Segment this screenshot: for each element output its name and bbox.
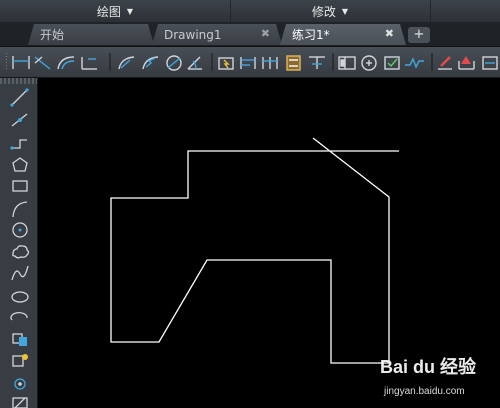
arc-length-dimension-icon[interactable] — [57, 56, 75, 70]
baidu-watermark: Bai du 经验 — [380, 353, 476, 379]
linear-dimension-icon[interactable] — [12, 56, 30, 69]
continue-dimension-icon[interactable] — [262, 57, 278, 69]
aligned-dimension-icon[interactable] — [34, 56, 51, 70]
menu-draw-label: 绘图 — [96, 4, 121, 19]
angular-dimension-icon[interactable] — [187, 56, 202, 70]
close-icon[interactable]: ✖ — [385, 27, 394, 40]
toolbar-icons — [4, 53, 498, 71]
chevron-down-icon: ▼ — [341, 6, 349, 16]
tab-label: Drawing1 — [164, 27, 222, 42]
menu-extra[interactable] — [430, 0, 500, 22]
dimension-text-edit-icon[interactable] — [458, 56, 475, 70]
quick-dimension-icon[interactable] — [218, 57, 234, 70]
menu-modify[interactable]: 修改 ▼ — [230, 0, 431, 22]
center-mark-icon[interactable] — [361, 55, 377, 71]
spline-icon[interactable] — [11, 265, 29, 281]
inspection-icon[interactable] — [384, 56, 400, 70]
hatch-icon[interactable] — [12, 397, 28, 408]
insert-block-icon[interactable] — [12, 333, 27, 346]
tab-label: 开始 — [40, 28, 65, 42]
tab-drawing1[interactable]: Drawing1 ✖ — [152, 24, 282, 45]
dimension-edit-icon[interactable] — [438, 56, 452, 70]
diameter-dimension-icon[interactable] — [166, 55, 182, 71]
dimension-break-icon[interactable] — [309, 56, 325, 69]
circle-icon[interactable] — [12, 222, 28, 238]
menu-modify-label: 修改 — [311, 4, 336, 19]
jogged-dimension-icon[interactable] — [142, 56, 159, 70]
draw-tool-icons — [10, 88, 30, 408]
menu-draw[interactable]: 绘图 ▼ — [0, 0, 231, 22]
polygon-icon[interactable] — [12, 157, 28, 172]
polyline-icon[interactable] — [10, 139, 27, 150]
tab-start[interactable]: 开始 — [28, 24, 154, 45]
watermark-url: jingyan.baidu.com — [384, 386, 465, 397]
arc-icon[interactable] — [12, 201, 28, 218]
dimension-update-icon[interactable] — [482, 56, 498, 70]
dimension-space-icon[interactable] — [286, 55, 301, 71]
menu-bar: 绘图 ▼ 修改 ▼ — [0, 0, 500, 23]
tab-lianxi1[interactable]: 练习1* ✖ — [280, 24, 406, 45]
baseline-dimension-icon[interactable] — [240, 57, 256, 69]
rectangle-icon[interactable] — [12, 180, 28, 192]
jogged-linear-icon[interactable] — [405, 57, 424, 69]
dimension-toolbar — [0, 47, 500, 78]
draw-toolbar — [0, 78, 38, 408]
revision-cloud-icon[interactable] — [12, 245, 30, 259]
line-icon[interactable] — [10, 88, 29, 107]
chevron-down-icon: ▼ — [126, 6, 134, 16]
point-icon[interactable] — [14, 378, 26, 390]
new-tab-button[interactable]: + — [408, 27, 430, 43]
radius-dimension-icon[interactable] — [118, 56, 135, 70]
ellipse-icon[interactable] — [11, 291, 29, 303]
construction-line-icon[interactable] — [11, 113, 28, 127]
tab-label: 练习1* — [292, 28, 330, 42]
tolerance-icon[interactable] — [338, 56, 356, 70]
make-block-icon[interactable] — [12, 354, 28, 367]
ellipse-arc-icon[interactable] — [10, 311, 28, 321]
document-tab-bar: 开始 Drawing1 ✖ 练习1* ✖ + — [0, 22, 500, 47]
ordinate-dimension-icon[interactable] — [81, 57, 97, 70]
close-icon[interactable]: ✖ — [261, 27, 270, 40]
watermark-brand: Bai du 经验 — [380, 357, 477, 377]
